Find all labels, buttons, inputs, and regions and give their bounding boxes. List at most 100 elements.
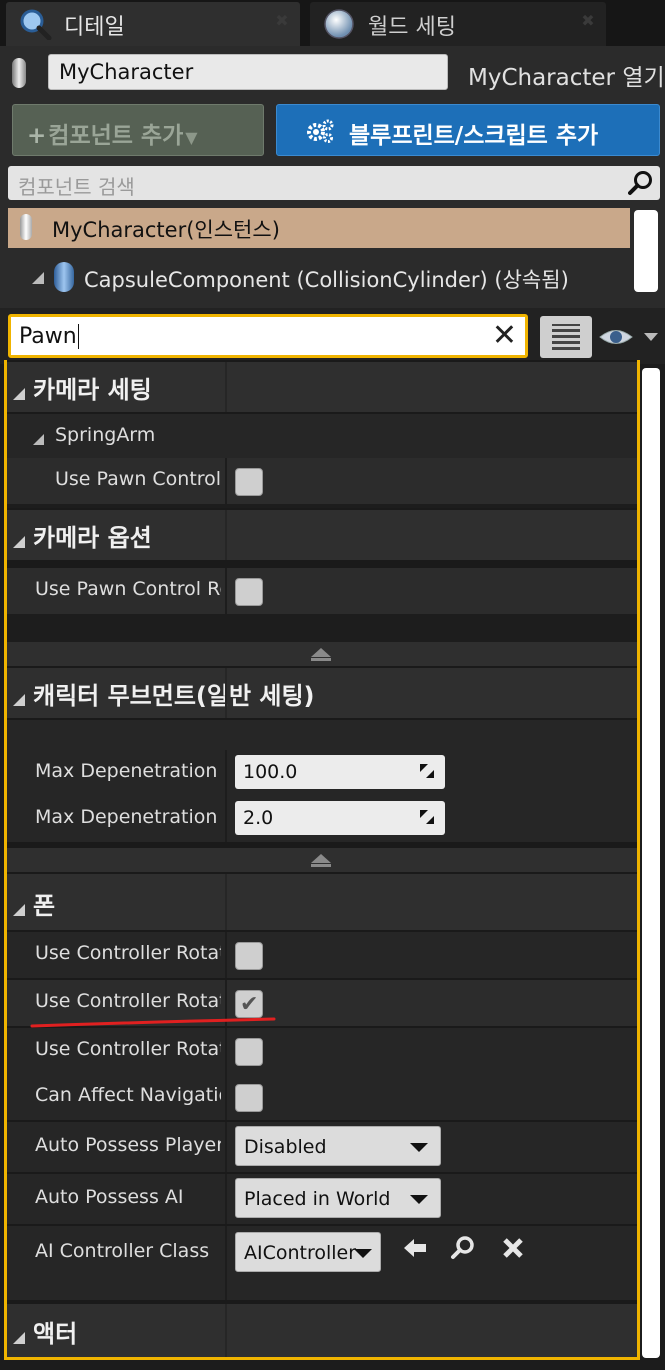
column-divider [225,362,227,412]
property-row-use-pawn-control-rotation: Use Pawn Control Rotation [7,568,637,614]
property-label: Max Depenetration with Pawn [35,806,221,828]
column-divider [225,1304,227,1357]
auto-possess-ai-dropdown[interactable]: Placed in World [235,1178,441,1218]
chevron-down-icon: ▼ [185,128,198,147]
property-row-can-affect-navigation: Can Affect Navigation Generation [7,1074,637,1120]
column-divider [225,1028,227,1074]
expand-arrow-icon [33,434,44,445]
section-gap [7,614,637,642]
category-camera-settings[interactable]: 카메라 세팅 [7,362,637,412]
dropdown-value: AIController [244,1242,357,1264]
property-label: Auto Possess Player [35,1134,221,1156]
open-blueprint-link[interactable]: MyCharacter 열기 [468,58,665,92]
checkmark-icon: ✔ [240,991,259,1016]
dropdown-value: Disabled [244,1136,327,1158]
expand-arrow-icon [13,1332,25,1344]
capsule-icon [54,262,74,292]
column-divider [225,1074,227,1120]
magnifier-icon [20,9,52,40]
number-field-value: 2.0 [243,807,274,829]
checkbox[interactable] [235,942,263,970]
category-title: 액터 [33,1320,78,1348]
subcategory-springarm[interactable]: SpringArm [7,414,637,458]
expand-arrow-icon [13,904,25,916]
checkbox[interactable] [235,578,263,606]
property-label: Use Controller Rotation Pitch [35,942,221,964]
eye-icon[interactable] [598,322,662,352]
tab-details[interactable]: 디테일 ✖ [6,2,300,46]
checkbox-checked[interactable]: ✔ [235,990,263,1018]
section-gap [7,504,637,508]
component-tree-item-root[interactable]: MyCharacter(인스턴스) [8,208,630,248]
clear-icon[interactable]: ✕ [492,321,517,351]
actor-name-field[interactable]: MyCharacter [48,54,448,90]
property-label: Use Controller Rotation Yaw [35,990,221,1012]
details-search-value: Pawn [19,324,77,349]
close-icon[interactable]: ✖ [274,14,290,30]
grid-icon [552,324,580,350]
category-character-movement[interactable]: 캐릭터 무브먼트(일반 세팅) [7,668,637,718]
property-row-use-controller-rotation-roll: Use Controller Rotation Roll [7,1028,637,1074]
property-matrix-button[interactable] [540,316,592,358]
add-component-button[interactable]: +컴포넌트 추가 ▼ [12,104,264,156]
number-field[interactable]: 2.0 [235,801,445,835]
resize-arrows-icon[interactable] [419,763,435,779]
checkbox[interactable] [235,1084,263,1112]
details-filter-bar: Pawn ✕ [0,308,665,364]
property-row-max-depenetration-pawn: Max Depenetration with Pawn 2.0 [7,796,637,842]
component-tree-item-capsule[interactable]: CapsuleComponent (CollisionCylinder) (상속… [8,258,630,298]
details-scrollbar[interactable] [642,368,660,1358]
details-property-panel: 카메라 세팅 SpringArm Use Pawn Control Rotati… [4,360,640,1360]
category-pawn[interactable]: 폰 [7,874,637,930]
component-tree-scrollbar[interactable] [634,210,658,292]
column-divider [225,568,227,614]
tab-world-settings-label: 월드 세팅 [368,15,456,40]
gears-icon [307,119,334,143]
category-actor[interactable]: 액터 [7,1304,637,1357]
globe-icon [324,9,354,39]
arrow-up-icon [311,648,331,657]
collapse-advanced-button[interactable] [7,848,637,872]
column-divider [225,1174,227,1224]
property-row-auto-possess-ai: Auto Possess AI Placed in World [7,1174,637,1224]
browse-search-icon[interactable] [449,1234,477,1262]
blueprint-script-label: 블루프린트/스크립트 추가 [349,123,599,149]
search-icon[interactable] [628,170,654,196]
ai-controller-class-dropdown[interactable]: AIController [235,1232,381,1272]
chevron-down-icon [644,333,658,341]
category-title: 카메라 옵션 [33,524,152,552]
chevron-down-icon [410,1143,428,1152]
component-tree-label: CapsuleComponent (CollisionCylinder) (상속… [84,268,569,292]
property-row-use-controller-rotation-pitch: Use Controller Rotation Pitch [7,932,637,978]
property-label: Use Pawn Control Rotation [55,468,221,490]
category-title: 폰 [33,892,56,920]
property-row-use-pawn-control-rotation: Use Pawn Control Rotation [7,458,637,504]
column-divider [225,874,227,930]
clear-x-icon[interactable] [499,1234,527,1262]
checkbox[interactable] [235,1038,263,1066]
expand-arrow-icon[interactable] [32,272,44,284]
details-search-input[interactable]: Pawn ✕ [8,314,528,358]
checkbox[interactable] [235,468,263,496]
component-search-input[interactable]: 컴포넌트 검색 [8,166,660,200]
category-title: 캐릭터 무브먼트(일반 세팅) [33,682,315,710]
auto-possess-player-dropdown[interactable]: Disabled [235,1126,441,1166]
property-label: Max Depenetration with Geometry [35,760,221,782]
chevron-down-icon [354,1249,372,1258]
property-label: AI Controller Class [35,1240,210,1262]
blueprint-script-button[interactable]: 블루프린트/스크립트 추가 [276,104,660,156]
property-label: Auto Possess AI [35,1186,184,1208]
tab-world-settings[interactable]: 월드 세팅 ✖ [310,2,606,46]
collapse-advanced-button[interactable] [7,642,637,666]
category-title: 카메라 세팅 [33,376,152,404]
number-field[interactable]: 100.0 [235,755,445,789]
column-divider [225,1122,227,1172]
actor-icon [20,214,32,240]
close-icon[interactable]: ✖ [580,14,596,30]
category-camera-options[interactable]: 카메라 옵션 [7,510,637,560]
expand-arrow-icon [13,388,25,400]
resize-arrows-icon[interactable] [419,809,435,825]
subcategory-title: SpringArm [55,424,156,446]
use-selected-arrow-icon[interactable] [401,1234,429,1262]
property-label: Can Affect Navigation Generation [35,1084,221,1106]
